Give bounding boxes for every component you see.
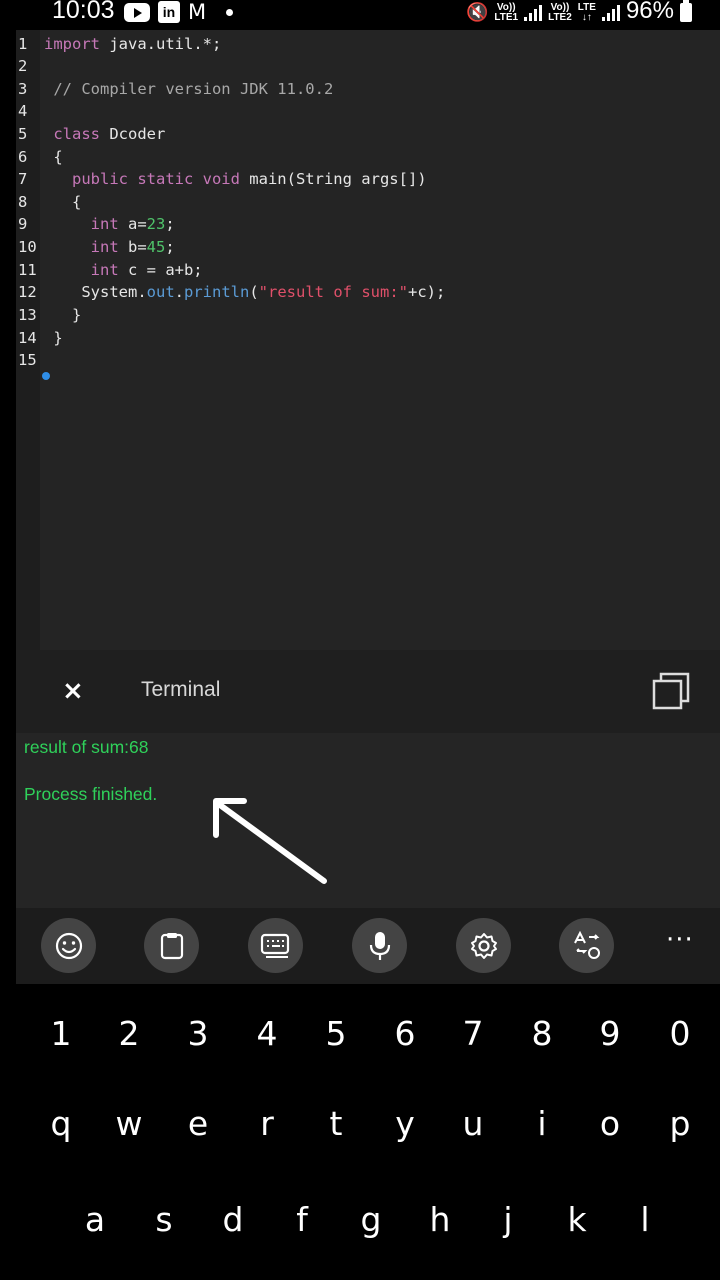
code-line[interactable]: class Dcoder [44, 123, 165, 145]
line-number: 3 [18, 80, 28, 98]
key[interactable]: q [41, 1104, 81, 1143]
key[interactable]: g [351, 1200, 391, 1239]
gmail-icon: M [188, 0, 207, 24]
status-time: 10:03 [52, 0, 115, 24]
key[interactable]: 6 [385, 1014, 425, 1053]
settings-icon[interactable] [456, 918, 511, 973]
line-number: 1 [18, 35, 28, 53]
close-icon[interactable]: × [62, 676, 84, 706]
key[interactable]: t [316, 1104, 356, 1143]
key[interactable]: r [247, 1104, 287, 1143]
network-lte2: Vo)) LTE2 [548, 1, 572, 23]
key[interactable]: w [109, 1104, 149, 1143]
key[interactable]: 1 [41, 1014, 81, 1053]
key[interactable]: 7 [453, 1014, 493, 1053]
signal-icon [524, 4, 543, 21]
code-line[interactable]: import java.util.*; [44, 33, 221, 55]
line-number: 2 [18, 57, 28, 75]
line-number: 5 [18, 125, 28, 143]
line-number: 8 [18, 193, 28, 211]
cursor-handle[interactable] [42, 372, 50, 380]
terminal-line: result of sum:68 [24, 737, 149, 757]
battery-icon [680, 0, 692, 22]
key[interactable]: 3 [178, 1014, 218, 1053]
terminal-output: result of sum:68 Process finished. [16, 733, 720, 910]
code-line[interactable]: int a=23; [44, 213, 175, 235]
code-line[interactable]: public static void main(String args[]) [44, 168, 427, 190]
copy-icon[interactable] [652, 672, 690, 710]
key[interactable]: y [385, 1104, 425, 1143]
youtube-icon [124, 2, 150, 22]
notification-dot [226, 8, 234, 16]
line-number: 7 [18, 170, 28, 188]
key[interactable]: f [282, 1200, 322, 1239]
code-comment[interactable]: // Compiler version JDK 11.0.2 [44, 78, 333, 100]
clipboard-icon[interactable] [144, 918, 199, 973]
line-number: 12 [18, 283, 37, 301]
linkedin-icon: in [158, 1, 180, 23]
status-bar: 10:03 in M 🔇 Vo)) LTE1 Vo)) LTE2 LTE ↓↑ 96% [0, 0, 720, 28]
keyboard-toolbar: ··· [16, 908, 720, 984]
code-line[interactable]: System.out.println("result of sum:"+c); [44, 281, 445, 303]
code-line[interactable]: int b=45; [44, 236, 175, 258]
terminal-title: Terminal [141, 678, 221, 701]
line-number: 4 [18, 102, 28, 120]
key[interactable]: a [75, 1200, 115, 1239]
battery-level: 96% [625, 0, 674, 24]
terminal-line: Process finished. [24, 784, 158, 804]
more-options-icon[interactable]: ··· [666, 927, 694, 953]
code-line[interactable]: { [44, 191, 81, 213]
terminal-header: × Terminal [16, 650, 720, 733]
network-lte1: Vo)) LTE1 [494, 1, 519, 23]
translate-icon[interactable] [559, 918, 614, 973]
key[interactable]: d [213, 1200, 253, 1239]
network-lte: LTE ↓↑ [577, 1, 596, 23]
key[interactable]: u [453, 1104, 493, 1143]
line-number: 11 [18, 261, 37, 279]
keyboard: 1 2 3 4 5 6 7 8 9 0 q w e r t y u i o p … [0, 984, 720, 1280]
line-number: 10 [18, 238, 37, 256]
key[interactable]: 0 [660, 1014, 700, 1053]
line-number: 15 [18, 351, 37, 369]
code-editor[interactable]: 1 import java.util.*; 2 3 // Compiler ver… [16, 30, 720, 650]
code-line[interactable]: { [44, 146, 62, 168]
key[interactable]: 2 [109, 1014, 149, 1053]
key[interactable]: o [590, 1104, 630, 1143]
code-line[interactable]: } [44, 304, 81, 326]
key[interactable]: k [557, 1200, 597, 1239]
arrow-annotation [213, 798, 327, 884]
microphone-icon[interactable] [352, 918, 407, 973]
key[interactable]: 5 [316, 1014, 356, 1053]
key[interactable]: s [144, 1200, 184, 1239]
key[interactable]: 9 [590, 1014, 630, 1053]
key[interactable]: 8 [522, 1014, 562, 1053]
keyboard-icon[interactable] [248, 918, 303, 973]
code-line[interactable]: int c = a+b; [44, 259, 203, 281]
key[interactable]: h [420, 1200, 460, 1239]
key[interactable]: e [178, 1104, 218, 1143]
key[interactable]: l [625, 1200, 665, 1239]
line-number: 13 [18, 306, 37, 324]
emoji-icon[interactable] [41, 918, 96, 973]
key[interactable]: i [522, 1104, 562, 1143]
line-number: 6 [18, 148, 28, 166]
key[interactable]: p [660, 1104, 700, 1143]
mute-icon: 🔇 [465, 2, 489, 23]
line-number: 14 [18, 329, 37, 347]
line-number: 9 [18, 215, 28, 233]
code-line[interactable]: } [44, 327, 62, 349]
key[interactable]: 4 [247, 1014, 287, 1053]
signal-icon [601, 4, 620, 21]
key[interactable]: j [488, 1200, 528, 1239]
